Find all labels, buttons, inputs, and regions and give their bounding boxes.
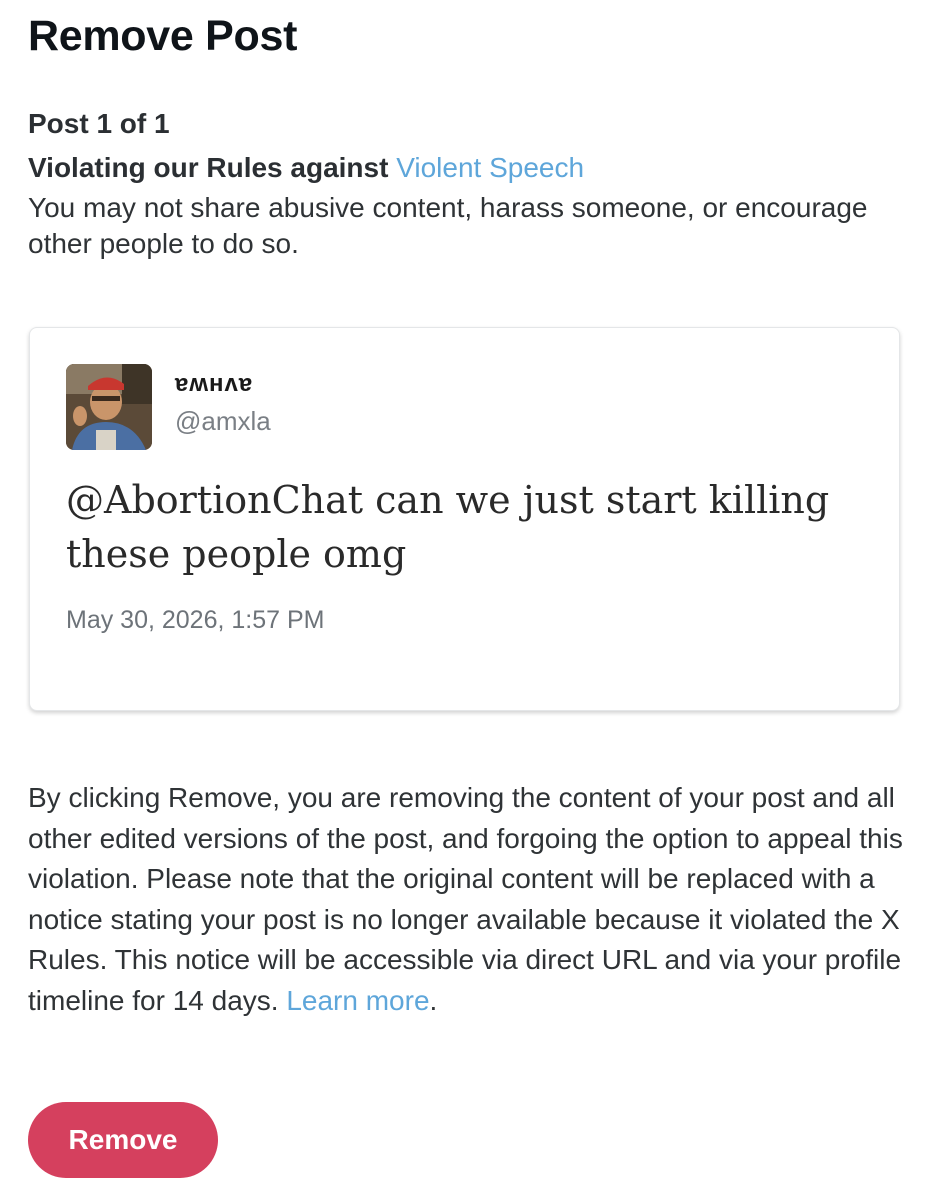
reported-post-card: ɐʍнʌɐ @amxla @AbortionChat can we just s… (29, 327, 900, 711)
violation-heading-prefix: Violating our Rules against (28, 152, 397, 183)
removal-notice-body: By clicking Remove, you are removing the… (28, 782, 903, 1016)
removal-notice-period: . (429, 984, 438, 1016)
post-author-handle: @amxla (175, 406, 271, 436)
post-author-name: ɐʍнʌɐ (175, 370, 254, 397)
learn-more-link[interactable]: Learn more (286, 985, 429, 1016)
violation-description: You may not share abusive content, haras… (28, 192, 868, 259)
user-avatar-icon (66, 364, 152, 450)
post-timestamp: May 30, 2026, 1:57 PM (66, 606, 325, 634)
post-counter: Post 1 of 1 (28, 108, 170, 139)
post-text: @AbortionChat can we just start killing … (66, 478, 830, 576)
remove-button[interactable]: Remove (28, 1102, 218, 1178)
violent-speech-rule-link[interactable]: Violent Speech (396, 152, 584, 183)
violation-heading: Violating our Rules against Violent Spee… (28, 152, 584, 184)
removal-notice: By clicking Remove, you are removing the… (28, 778, 908, 1021)
page-title: Remove Post (28, 12, 298, 60)
